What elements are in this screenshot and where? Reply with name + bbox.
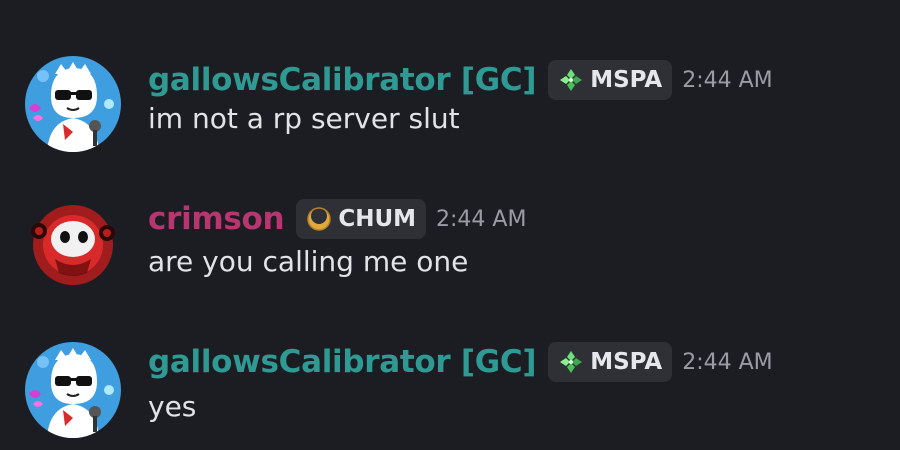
message-header: gallowsCalibrator [GC] MSPA 2:44 AM [148,340,773,384]
green-diamond-cluster-icon [560,351,583,373]
gold-crescent-icon [307,207,332,231]
gallows-calibrator-avatar-image [25,56,121,152]
timestamp[interactable]: 2:44 AM [682,350,772,375]
crimson-avatar-image [25,197,121,293]
timestamp[interactable]: 2:44 AM [682,68,772,93]
role-tag[interactable]: MSPA [548,342,673,382]
message-item: gallowsCalibrator [GC] MSPA 2:44 AM yes [0,338,900,448]
role-tag[interactable]: MSPA [548,60,673,100]
avatar[interactable] [25,56,121,152]
message-header: gallowsCalibrator [GC] MSPA 2:44 AM [148,58,773,102]
role-tag[interactable]: CHUM [296,199,427,239]
message-content: yes [148,390,197,423]
username[interactable]: crimson [148,201,285,237]
green-diamond-cluster-icon [560,69,583,91]
role-tag-label: MSPA [590,349,663,375]
message-item: crimson CHUM 2:44 AM are you calling me … [0,195,900,305]
message-content: im not a rp server slut [148,102,460,135]
role-tag-label: CHUM [338,206,417,232]
timestamp[interactable]: 2:44 AM [436,207,526,232]
username[interactable]: gallowsCalibrator [GC] [148,62,537,98]
role-tag-label: MSPA [590,67,663,93]
message-content: are you calling me one [148,245,469,278]
gallows-calibrator-avatar-image [25,342,121,438]
message-item: gallowsCalibrator [GC] MSPA 2:44 AM im n… [0,52,900,162]
message-list: gallowsCalibrator [GC] MSPA 2:44 AM im n… [0,0,900,450]
avatar[interactable] [25,342,121,438]
message-header: crimson CHUM 2:44 AM [148,197,526,241]
username[interactable]: gallowsCalibrator [GC] [148,344,537,380]
avatar[interactable] [25,197,121,293]
